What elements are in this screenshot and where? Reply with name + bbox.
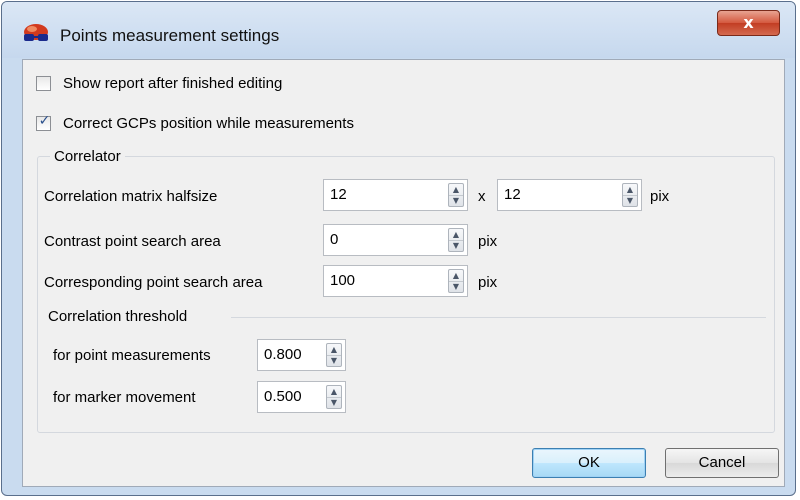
point-measurements-value: 0.800 (264, 346, 302, 363)
close-button[interactable]: x (717, 10, 780, 36)
contrast-area-spinbox[interactable]: 0 ▲ ▼ (323, 224, 468, 256)
spin-down-icon[interactable]: ▼ (449, 240, 463, 251)
spin-down-icon[interactable]: ▼ (449, 281, 463, 292)
correlator-group-title: Correlator (50, 148, 125, 165)
threshold-title: Correlation threshold (48, 308, 188, 325)
spin-down-icon[interactable]: ▼ (327, 397, 341, 408)
window-title: Points measurement settings (60, 26, 280, 45)
spin-arrows[interactable]: ▲ ▼ (326, 343, 342, 367)
marker-movement-value: 0.500 (264, 388, 302, 405)
title-bar[interactable]: Points measurement settings x (2, 2, 795, 58)
matrix-halfsize-y-value: 12 (504, 186, 521, 203)
spin-arrows[interactable]: ▲ ▼ (622, 183, 638, 207)
ok-button[interactable]: OK (532, 448, 646, 478)
checkmark-icon: ✓ (38, 112, 51, 129)
matrix-halfsize-separator: x (478, 188, 486, 205)
contrast-area-label: Contrast point search area (44, 233, 221, 250)
matrix-halfsize-x-spinbox[interactable]: 12 ▲ ▼ (323, 179, 468, 211)
contrast-area-value: 0 (330, 231, 339, 248)
cancel-button[interactable]: Cancel (665, 448, 779, 478)
stereo-glasses-icon (24, 24, 48, 41)
point-measurements-spinbox[interactable]: 0.800 ▲ ▼ (257, 339, 346, 371)
show-report-checkbox[interactable] (36, 75, 51, 91)
spin-down-icon[interactable]: ▼ (623, 195, 637, 206)
show-report-label: Show report after finished editing (63, 74, 283, 92)
spin-arrows[interactable]: ▲ ▼ (448, 269, 464, 293)
corresponding-area-label: Corresponding point search area (44, 274, 263, 291)
dialog-client-area: Show report after finished editing ✓ Cor… (22, 59, 785, 487)
point-measurements-label: for point measurements (53, 347, 211, 364)
matrix-halfsize-x-value: 12 (330, 186, 347, 203)
marker-movement-spinbox[interactable]: 0.500 ▲ ▼ (257, 381, 346, 413)
matrix-halfsize-y-spinbox[interactable]: 12 ▲ ▼ (497, 179, 642, 211)
corresponding-area-unit: pix (478, 274, 498, 291)
corresponding-area-value: 100 (330, 272, 356, 289)
spin-arrows[interactable]: ▲ ▼ (448, 228, 464, 252)
dialog-window: Points measurement settings x Show repor… (1, 1, 796, 496)
contrast-area-unit: pix (478, 233, 498, 250)
marker-movement-label: for marker movement (53, 389, 196, 406)
spin-down-icon[interactable]: ▼ (449, 195, 463, 206)
corresponding-area-spinbox[interactable]: 100 ▲ ▼ (323, 265, 468, 297)
matrix-halfsize-label: Correlation matrix halfsize (44, 188, 218, 205)
correct-gcps-checkbox[interactable]: ✓ (36, 112, 51, 131)
spin-arrows[interactable]: ▲ ▼ (448, 183, 464, 207)
correct-gcps-option[interactable]: ✓ Correct GCPs position while measuremen… (36, 112, 354, 134)
spin-arrows[interactable]: ▲ ▼ (326, 385, 342, 409)
show-report-option[interactable]: Show report after finished editing (36, 72, 282, 94)
threshold-divider (231, 317, 766, 318)
spin-down-icon[interactable]: ▼ (327, 355, 341, 366)
matrix-halfsize-unit: pix (650, 188, 670, 205)
correct-gcps-label: Correct GCPs position while measurements (63, 114, 354, 132)
